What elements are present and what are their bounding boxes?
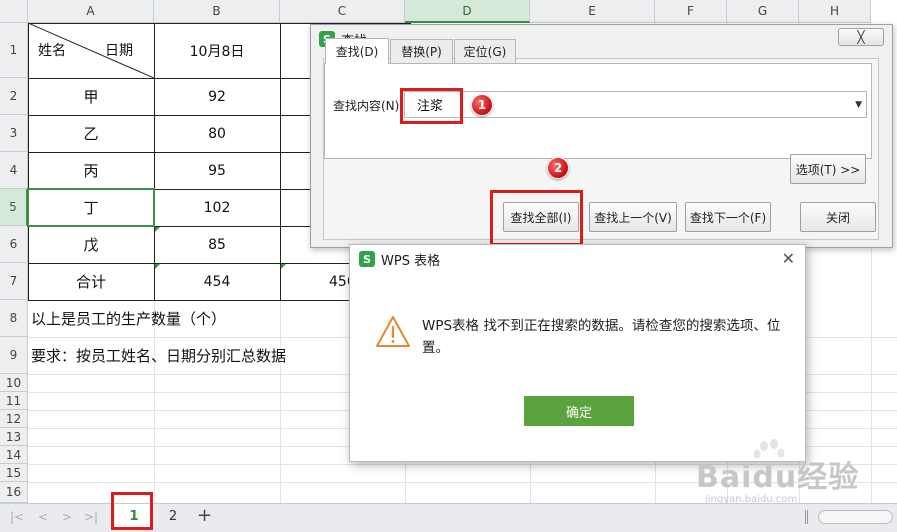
wps-app-icon: S (359, 251, 375, 267)
close-icon[interactable]: ✕ (782, 249, 795, 268)
cell-b1[interactable]: 10月8日 (154, 23, 280, 78)
annotation-highlight-find-all (490, 190, 583, 246)
cell-value[interactable]: 92 (154, 78, 280, 115)
error-indicator-icon (155, 227, 160, 232)
warning-icon (376, 316, 410, 347)
annotation-highlight-search-text (400, 88, 463, 124)
row-header-14[interactable]: 14 (0, 446, 28, 464)
watermark-text: Baidu经验 (696, 460, 860, 495)
cell-value[interactable]: 80 (154, 115, 280, 152)
annotation-badge-1: 1 (471, 94, 493, 116)
add-sheet-icon[interactable]: + (197, 505, 212, 526)
row-header-11[interactable]: 11 (0, 392, 28, 410)
find-next-button[interactable]: 查找下一个(F) (685, 202, 771, 232)
cell-total-b[interactable]: 454 (154, 263, 280, 300)
alert-dialog-titlebar[interactable]: S WPS 表格 ✕ (350, 245, 805, 273)
row-header-9[interactable]: 9 (0, 337, 28, 374)
row-header-3[interactable]: 3 (0, 115, 28, 152)
error-indicator-icon (281, 264, 286, 269)
chevron-down-icon[interactable]: ▼ (855, 100, 862, 110)
row-header-13[interactable]: 13 (0, 428, 28, 446)
horizontal-scrollbar[interactable] (818, 510, 893, 524)
column-header-c[interactable]: C (280, 0, 405, 23)
column-header-h[interactable]: H (799, 0, 871, 23)
row-header-10[interactable]: 10 (0, 374, 28, 392)
cell-name[interactable]: 乙 (28, 115, 154, 152)
alert-message: WPS表格 找不到正在搜索的数据。请检查您的搜索选项、位置。 (422, 318, 781, 356)
row-header-8[interactable]: 8 (0, 300, 28, 337)
alert-dialog-title: WPS 表格 (381, 253, 441, 269)
watermark-url: jingyan.baidu.com (705, 494, 798, 505)
ok-button[interactable]: 确定 (524, 396, 634, 426)
column-header-e[interactable]: E (530, 0, 655, 23)
tab-find[interactable]: 查找(D) (325, 38, 389, 64)
cell-header-name[interactable]: 姓名 (38, 38, 66, 62)
cell-name[interactable]: 甲 (28, 78, 154, 115)
scroll-splitter[interactable] (805, 510, 808, 524)
row-header-2[interactable]: 2 (0, 78, 28, 115)
column-header-a[interactable]: A (28, 0, 154, 23)
annotation-badge-2: 2 (547, 157, 569, 179)
cell-note-1[interactable]: 以上是员工的生产数量（个） (28, 300, 226, 337)
options-button[interactable]: 选项(T) >> (790, 154, 866, 184)
tab-replace[interactable]: 替换(P) (390, 39, 453, 63)
column-header-d[interactable]: D (405, 0, 530, 23)
cell-name[interactable]: 丙 (28, 152, 154, 189)
cell-name[interactable]: 戊 (28, 226, 154, 263)
cell-total-label[interactable]: 合计 (28, 263, 154, 300)
error-indicator-icon (155, 264, 160, 269)
row-header-15[interactable]: 15 (0, 464, 28, 482)
prev-sheet-icon[interactable]: < (38, 510, 48, 524)
spreadsheet-window: A B C D E F G H 1 2 3 4 5 6 7 8 9 10 11 … (0, 0, 897, 532)
find-previous-button[interactable]: 查找上一个(V) (589, 202, 677, 232)
column-header-f[interactable]: F (655, 0, 727, 23)
cell-value[interactable]: 102 (154, 189, 280, 226)
row-header-12[interactable]: 12 (0, 410, 28, 428)
row-header-5[interactable]: 5 (0, 189, 28, 226)
cell-note-2[interactable]: 要求：按员工姓名、日期分别汇总数据 (28, 337, 286, 374)
row-header-4[interactable]: 4 (0, 152, 28, 189)
cell-value[interactable]: 85 (154, 226, 280, 263)
next-sheet-icon[interactable]: > (62, 510, 72, 524)
table-border (280, 23, 281, 301)
active-cell-outline (27, 188, 155, 227)
sheet-tab-2[interactable]: 2 (158, 504, 188, 528)
find-dialog-close-button[interactable]: ╳ (838, 28, 884, 46)
row-header-16[interactable]: 16 (0, 482, 28, 503)
row-header-1[interactable]: 1 (0, 23, 28, 78)
cell-value[interactable]: 95 (154, 152, 280, 189)
annotation-highlight-sheet-tab (111, 492, 153, 530)
find-what-label: 查找内容(N): (333, 99, 404, 113)
last-sheet-icon[interactable]: >| (84, 510, 98, 524)
column-header-g[interactable]: G (727, 0, 799, 23)
row-header-7[interactable]: 7 (0, 263, 28, 300)
select-all-corner[interactable] (0, 0, 28, 23)
close-button[interactable]: 关闭 (800, 202, 876, 232)
cell-header-date[interactable]: 日期 (105, 38, 133, 62)
first-sheet-icon[interactable]: |< (10, 510, 24, 524)
column-header-b[interactable]: B (154, 0, 280, 23)
tab-goto[interactable]: 定位(G) (454, 39, 516, 63)
row-header-6[interactable]: 6 (0, 226, 28, 263)
